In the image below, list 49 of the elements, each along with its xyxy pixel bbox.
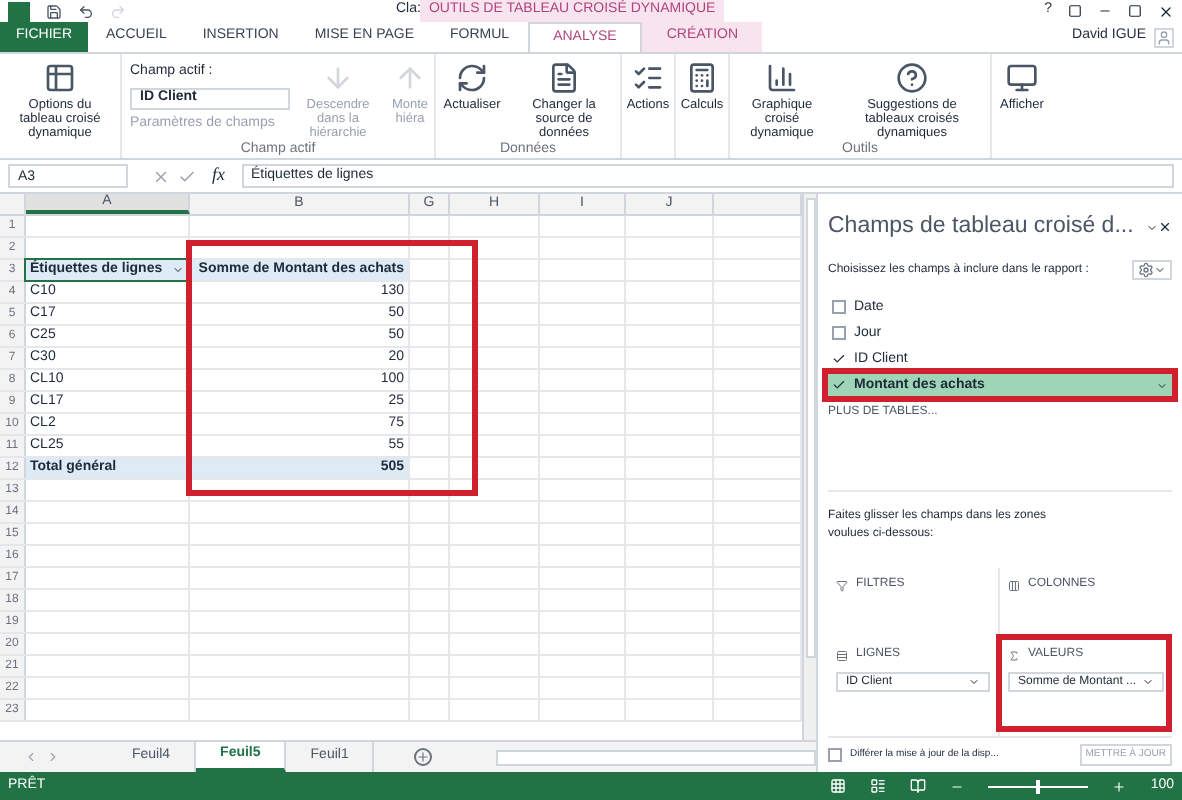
drill-down-icon: [322, 62, 354, 94]
caret-icon: [1142, 676, 1154, 689]
values-area-icon: [1008, 649, 1020, 662]
actions-icon: [632, 62, 664, 94]
caret-icon: [968, 676, 980, 689]
rows-area-icon: [836, 649, 848, 662]
refresh-icon: [456, 62, 488, 94]
horizontal-scrollbar[interactable]: [496, 749, 816, 765]
pivot-options-icon: [44, 62, 76, 94]
enter-icon[interactable]: [178, 167, 196, 185]
zoom-in-icon[interactable]: [1112, 779, 1127, 793]
normal-view-icon[interactable]: [830, 778, 847, 794]
columns-area-icon: [1008, 579, 1020, 592]
page-break-icon[interactable]: [910, 778, 927, 794]
filter-dropdown-icon[interactable]: [172, 264, 184, 276]
function-button[interactable]: fx: [212, 162, 225, 190]
field-checkbox[interactable]: [832, 378, 846, 393]
minimize-icon[interactable]: [1098, 4, 1112, 18]
field-checkbox[interactable]: [832, 352, 846, 367]
pane-title: Champs de tableau croisé d...: [828, 212, 1134, 242]
close-icon[interactable]: [1158, 220, 1172, 235]
scroll-left-icon[interactable]: [24, 750, 38, 764]
settings-button[interactable]: [1132, 260, 1172, 281]
filter-area-icon: [836, 579, 848, 592]
cancel-icon[interactable]: [152, 167, 170, 185]
save-icon[interactable]: [46, 3, 62, 19]
add-sheet-icon[interactable]: [414, 748, 433, 766]
field-checkbox[interactable]: [832, 326, 846, 341]
show-icon: [1006, 62, 1038, 94]
field-checkbox[interactable]: [832, 300, 846, 315]
zoom-slider-thumb[interactable]: [1036, 779, 1041, 793]
change-source-icon: [548, 62, 580, 94]
vertical-scrollbar[interactable]: [802, 194, 816, 740]
page-layout-icon[interactable]: [870, 778, 887, 794]
ribbon-display-icon[interactable]: [1068, 4, 1082, 18]
recommended-pivot-icon: [896, 62, 928, 94]
scroll-right-icon[interactable]: [45, 750, 60, 764]
drill-up-icon: [394, 62, 426, 94]
pivot-chart-icon: [766, 62, 798, 94]
avatar-icon: [1154, 27, 1174, 47]
excel-logo-icon: [8, 1, 30, 21]
defer-checkbox[interactable]: [828, 748, 842, 763]
caret-icon: [1156, 379, 1168, 392]
restore-icon[interactable]: [1128, 4, 1142, 18]
calculations-icon: [686, 62, 718, 94]
settings-icon: [1138, 262, 1154, 279]
undo-icon[interactable]: [78, 3, 94, 19]
caret-icon: [1154, 264, 1166, 277]
close-icon[interactable]: [1158, 3, 1174, 19]
